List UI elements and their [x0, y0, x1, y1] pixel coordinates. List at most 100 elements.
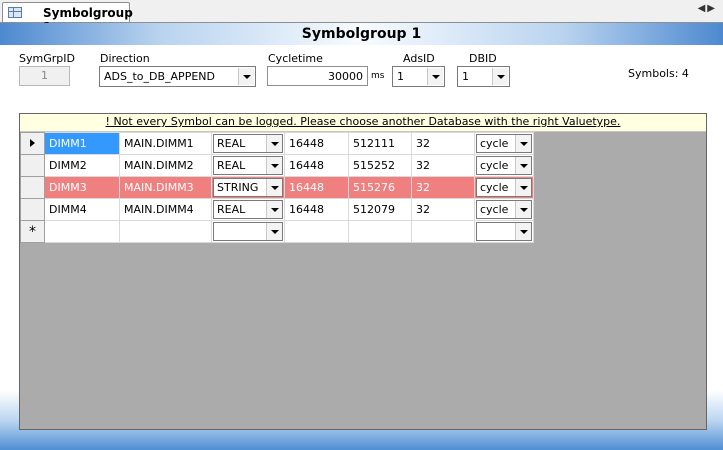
chevron-down-icon [242, 74, 251, 79]
adsid-dropdown-button[interactable] [427, 68, 443, 85]
panel-title: Symbolgroup 1 [301, 26, 422, 42]
chevron-down-icon [519, 141, 528, 146]
empty-cell[interactable] [211, 220, 285, 243]
log-mode-dropdown-button[interactable] [515, 223, 531, 240]
row-header[interactable] [20, 132, 45, 155]
value-type-dropdown-button[interactable] [266, 201, 282, 218]
symbols-table: DIMM1 MAIN.DIMM1 REAL 16448 512111 32 cycle DIM… [20, 132, 534, 243]
log-mode-dropdown-button[interactable] [515, 201, 531, 218]
index-offset-cell[interactable]: 515252 [348, 154, 412, 177]
log-mode-dropdown[interactable]: cycle [476, 134, 532, 153]
direction-label: Direction [100, 52, 150, 65]
value-type-dropdown-button[interactable] [266, 135, 282, 152]
empty-cell[interactable] [119, 220, 212, 243]
symbols-grid[interactable]: ! Not every Symbol can be logged. Please… [19, 113, 707, 430]
tab-symbolgroup-1[interactable]: Symbolgroup 1 [2, 2, 133, 34]
size-cell[interactable]: 32 [411, 154, 475, 177]
empty-cell[interactable] [348, 220, 412, 243]
value-type-dropdown[interactable]: REAL [213, 134, 283, 153]
log-mode-dropdown[interactable] [476, 222, 532, 241]
symbol-path-cell[interactable]: MAIN.DIMM3 [119, 176, 212, 199]
log-mode-cell[interactable]: cycle [474, 132, 534, 155]
table-row[interactable]: DIMM1 MAIN.DIMM1 REAL 16448 512111 32 cycle [20, 132, 534, 155]
size-cell[interactable]: 32 [411, 176, 475, 199]
empty-cell[interactable] [284, 220, 349, 243]
index-group-cell[interactable]: 16448 [284, 132, 349, 155]
dbid-dropdown[interactable]: 1 [457, 66, 510, 87]
value-type-cell[interactable]: REAL [211, 132, 285, 155]
new-row[interactable]: * [20, 220, 534, 243]
value-type-cell[interactable]: STRING [211, 176, 285, 199]
tab-scroll-arrows-icon[interactable]: ◀▶ [698, 3, 717, 14]
row-header[interactable] [20, 198, 45, 221]
value-type-dropdown[interactable] [213, 222, 283, 241]
index-group-cell[interactable]: 16448 [284, 176, 349, 199]
dbid-value: 1 [462, 70, 469, 83]
value-type-dropdown-button[interactable] [266, 157, 282, 174]
chevron-down-icon [270, 207, 279, 212]
document-tab-strip: Symbolgroup 1 ◀▶ [0, 0, 723, 34]
log-mode-dropdown[interactable]: cycle [476, 178, 532, 197]
dbid-dropdown-button[interactable] [492, 68, 508, 85]
empty-cell[interactable] [44, 220, 120, 243]
adsid-dropdown[interactable]: 1 [392, 66, 445, 87]
empty-cell[interactable] [411, 220, 475, 243]
value-type-dropdown-value: STRING [217, 181, 259, 194]
symbol-name-cell[interactable]: DIMM2 [44, 154, 120, 177]
index-group-cell[interactable]: 16448 [284, 154, 349, 177]
table-row[interactable]: DIMM2 MAIN.DIMM2 REAL 16448 515252 32 cycle [20, 154, 534, 177]
value-type-dropdown-value: REAL [217, 159, 246, 172]
chevron-down-icon [496, 74, 505, 79]
chevron-down-icon [519, 163, 528, 168]
value-type-dropdown[interactable]: STRING [213, 178, 283, 197]
log-mode-dropdown[interactable]: cycle [476, 200, 532, 219]
log-mode-cell[interactable]: cycle [474, 154, 534, 177]
value-type-cell[interactable]: REAL [211, 198, 285, 221]
log-mode-dropdown-button[interactable] [515, 179, 531, 196]
symgrpid-field: 1 [19, 66, 70, 86]
direction-dropdown[interactable]: ADS_to_DB_APPEND [99, 66, 256, 87]
symbol-path-cell[interactable]: MAIN.DIMM2 [119, 154, 212, 177]
index-offset-cell[interactable]: 512079 [348, 198, 412, 221]
dbid-label: DBID [469, 52, 497, 65]
empty-cell[interactable] [474, 220, 534, 243]
value-type-dropdown-value: REAL [217, 137, 246, 150]
table-row[interactable]: DIMM3 MAIN.DIMM3 STRING 16448 515276 32 cycle [20, 176, 534, 199]
value-type-cell[interactable]: REAL [211, 154, 285, 177]
symbols-count: Symbols: 4 [628, 67, 689, 80]
log-mode-dropdown-button[interactable] [515, 157, 531, 174]
log-mode-dropdown-button[interactable] [515, 135, 531, 152]
value-type-dropdown[interactable]: REAL [213, 200, 283, 219]
current-row-icon [30, 139, 35, 147]
panel-titlebar: Symbolgroup 1 [0, 23, 723, 45]
direction-dropdown-button[interactable] [238, 68, 254, 85]
index-group-cell[interactable]: 16448 [284, 198, 349, 221]
symbol-path-cell[interactable]: MAIN.DIMM4 [119, 198, 212, 221]
chevron-down-icon [431, 74, 440, 79]
symgrpid-label: SymGrpID [19, 52, 75, 65]
cycletime-field[interactable] [267, 66, 368, 86]
log-mode-cell[interactable]: cycle [474, 198, 534, 221]
symbol-name-cell[interactable]: DIMM1 [44, 132, 120, 155]
index-offset-cell[interactable]: 512111 [348, 132, 412, 155]
row-header[interactable] [20, 176, 45, 199]
row-header[interactable] [20, 154, 45, 177]
chevron-down-icon [270, 185, 279, 190]
symbol-name-cell[interactable]: DIMM3 [44, 176, 120, 199]
value-type-dropdown-button[interactable] [266, 223, 282, 240]
size-cell[interactable]: 32 [411, 132, 475, 155]
symbol-path-cell[interactable]: MAIN.DIMM1 [119, 132, 212, 155]
value-type-dropdown[interactable]: REAL [213, 156, 283, 175]
index-offset-cell[interactable]: 515276 [348, 176, 412, 199]
size-cell[interactable]: 32 [411, 198, 475, 221]
log-mode-cell[interactable]: cycle [474, 176, 534, 199]
symbol-name-cell[interactable]: DIMM4 [44, 198, 120, 221]
table-row[interactable]: DIMM4 MAIN.DIMM4 REAL 16448 512079 32 cycle [20, 198, 534, 221]
chevron-down-icon [270, 229, 279, 234]
value-type-dropdown-button[interactable] [266, 179, 282, 196]
log-mode-dropdown[interactable]: cycle [476, 156, 532, 175]
chevron-down-icon [519, 207, 528, 212]
valuetype-warning[interactable]: ! Not every Symbol can be logged. Please… [20, 114, 706, 132]
chevron-down-icon [519, 229, 528, 234]
cycletime-input[interactable] [268, 67, 367, 85]
